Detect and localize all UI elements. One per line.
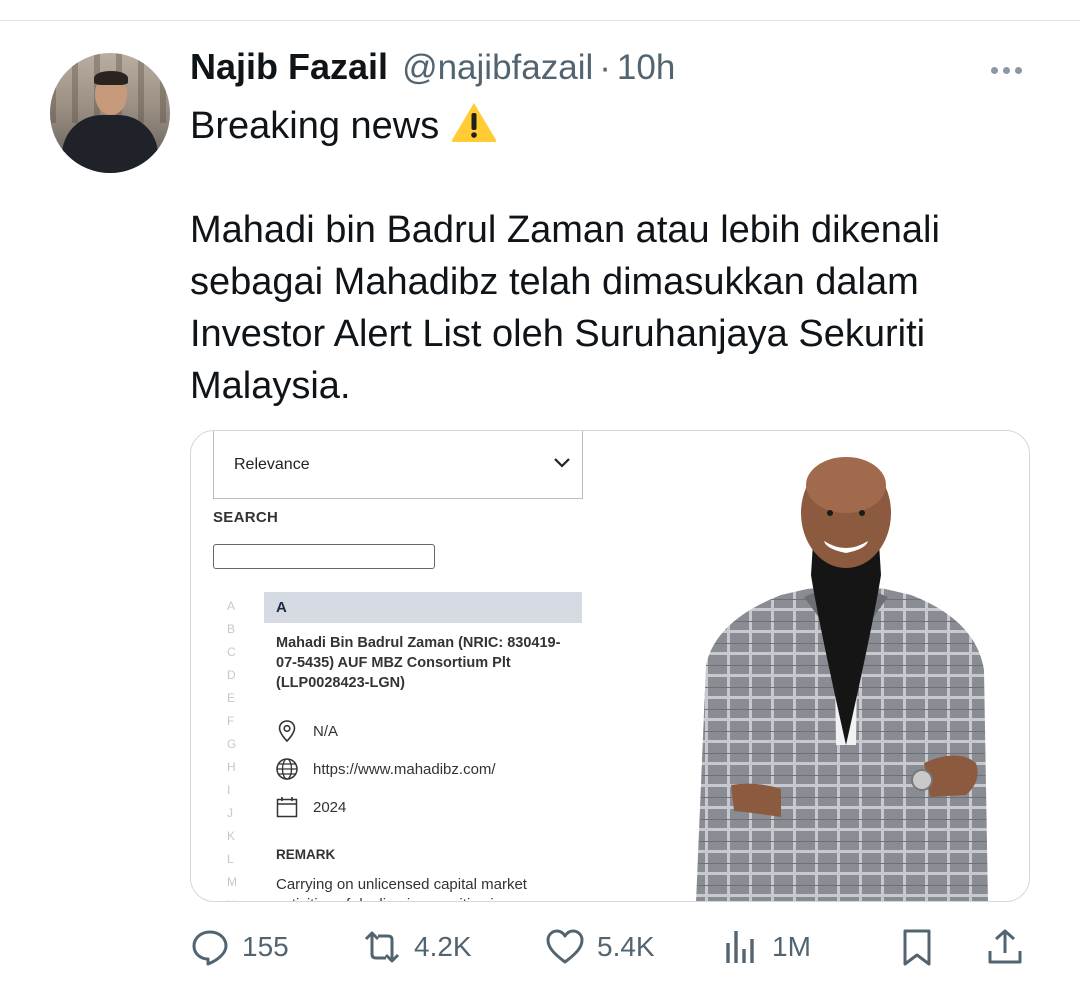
website-row: https://www.mahadibz.com/ <box>275 756 496 782</box>
sort-select-value: Relevance <box>234 455 310 473</box>
tweet-first-line: Breaking news <box>190 105 440 147</box>
like-count: 5.4K <box>597 931 655 962</box>
letter-header: A <box>264 592 582 623</box>
like-button[interactable]: 5.4K <box>545 920 655 974</box>
tweet-body: Mahadi bin Badrul Zaman atau lebih diken… <box>190 209 951 407</box>
address-value: N/A <box>313 722 339 740</box>
alphabet-letter[interactable]: F <box>227 710 241 733</box>
reply-button[interactable]: 155 <box>190 920 289 974</box>
alphabet-letter[interactable]: G <box>227 733 241 756</box>
top-divider <box>0 20 1080 21</box>
alphabet-letter[interactable]: M <box>227 871 241 894</box>
tweet-media[interactable]: Relevance SEARCH ABCDEFGHIJKLMN A Mahadi… <box>190 430 1030 902</box>
alphabet-letter[interactable]: H <box>227 756 241 779</box>
alphabet-letter[interactable]: B <box>227 618 241 641</box>
search-input[interactable] <box>213 544 435 569</box>
user-handle[interactable]: @najibfazail <box>402 48 593 88</box>
bookmark-icon <box>903 929 931 966</box>
share-icon <box>988 929 1022 964</box>
tweet-text: Breaking news Mahadi bin Badrul Zaman at… <box>190 100 1020 412</box>
remark-label: REMARK <box>276 847 336 862</box>
warning-icon <box>452 103 497 142</box>
tweet-header: Najib Fazail @najibfazail · 10h <box>190 46 675 94</box>
alphabet-letter[interactable]: J <box>227 802 241 825</box>
website-link[interactable]: https://www.mahadibz.com/ <box>313 761 496 778</box>
action-bar: 155 4.2K 5.4K 1M <box>0 920 1080 974</box>
alphabet-letter[interactable]: A <box>227 595 241 618</box>
sort-select[interactable]: Relevance <box>213 431 583 499</box>
address-row: N/A <box>275 718 338 744</box>
views-button[interactable]: 1M <box>720 920 811 974</box>
remark-text: Carrying on unlicensed capital market ac… <box>276 876 527 901</box>
alphabet-index: ABCDEFGHIJKLMN <box>227 595 241 901</box>
display-name[interactable]: Najib Fazail <box>190 46 388 88</box>
bookmark-button[interactable] <box>897 920 937 974</box>
reply-icon <box>192 930 228 966</box>
alphabet-letter[interactable]: C <box>227 641 241 664</box>
location-pin-icon <box>278 720 296 743</box>
search-label: SEARCH <box>213 509 279 526</box>
retweet-button[interactable]: 4.2K <box>362 920 472 974</box>
share-button[interactable] <box>985 920 1025 974</box>
reply-count: 155 <box>242 931 289 962</box>
chevron-down-icon <box>554 458 570 468</box>
calendar-icon <box>276 797 298 818</box>
alphabet-letter[interactable]: K <box>227 825 241 848</box>
alphabet-letter[interactable]: N <box>227 894 241 901</box>
more-icon[interactable] <box>986 60 1026 80</box>
like-icon <box>546 929 584 964</box>
views-icon <box>726 931 754 963</box>
person-photo <box>696 457 988 901</box>
retweet-count: 4.2K <box>414 931 472 962</box>
entry-title: Mahadi Bin Badrul Zaman (NRIC: 830419-07… <box>276 635 561 691</box>
alphabet-letter[interactable]: D <box>227 664 241 687</box>
alphabet-letter[interactable]: L <box>227 848 241 871</box>
alphabet-letter[interactable]: I <box>227 779 241 802</box>
year-row: 2024 <box>275 794 346 820</box>
timestamp[interactable]: 10h <box>617 48 675 88</box>
year-value: 2024 <box>313 798 347 816</box>
globe-icon <box>276 758 298 780</box>
avatar[interactable] <box>50 53 170 173</box>
views-count: 1M <box>772 931 811 962</box>
retweet-icon <box>364 931 400 963</box>
alphabet-letter[interactable]: E <box>227 687 241 710</box>
separator: · <box>599 48 611 87</box>
